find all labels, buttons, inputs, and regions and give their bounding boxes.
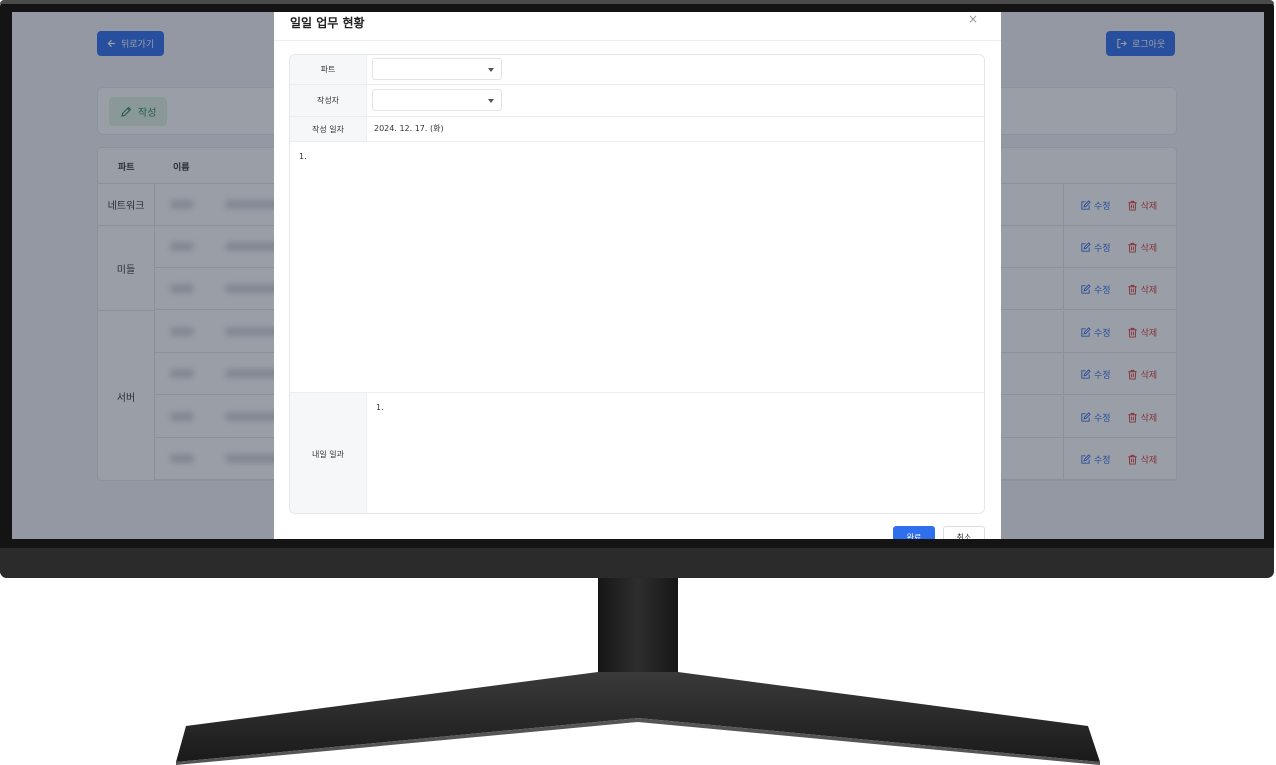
author-label: 작성자 — [290, 85, 367, 116]
monitor-frame: 뒤로가기 로그아웃 작성 파트 이름 네트워크 미들 서버 수정 삭제 수정 삭… — [0, 0, 1274, 578]
today-content: 1. — [299, 152, 307, 161]
bezel-highlight — [0, 0, 1274, 4]
part-row: 파트 — [290, 55, 984, 85]
chevron-down-icon — [488, 68, 494, 72]
part-label: 파트 — [290, 55, 367, 84]
daily-report-modal: 일일 업무 현황 × 파트 작성자 작성 일자 2024. 12. 17. (화… — [274, 12, 1001, 539]
today-content-area[interactable]: 1. — [290, 142, 984, 393]
done-button[interactable]: 완료 — [893, 526, 935, 539]
cancel-button[interactable]: 취소 — [943, 526, 985, 539]
tomorrow-row: 내일 일과 1. — [290, 393, 984, 513]
author-row: 작성자 — [290, 85, 984, 117]
date-label: 작성 일자 — [290, 117, 367, 141]
tomorrow-content[interactable]: 1. — [376, 403, 384, 412]
close-icon[interactable]: × — [968, 12, 980, 26]
report-form: 파트 작성자 작성 일자 2024. 12. 17. (화) 1. 내일 일과 … — [289, 54, 985, 514]
monitor-chin — [0, 548, 1274, 578]
screen: 뒤로가기 로그아웃 작성 파트 이름 네트워크 미들 서버 수정 삭제 수정 삭… — [12, 12, 1264, 539]
modal-divider — [274, 40, 1001, 41]
part-select[interactable] — [372, 58, 502, 80]
author-select[interactable] — [372, 89, 502, 111]
modal-title: 일일 업무 현황 — [290, 16, 365, 30]
tomorrow-label: 내일 일과 — [290, 393, 367, 513]
date-value: 2024. 12. 17. (화) — [374, 124, 444, 133]
chevron-down-icon — [488, 99, 494, 103]
date-row: 작성 일자 2024. 12. 17. (화) — [290, 117, 984, 142]
monitor-stand-base — [176, 672, 1100, 765]
